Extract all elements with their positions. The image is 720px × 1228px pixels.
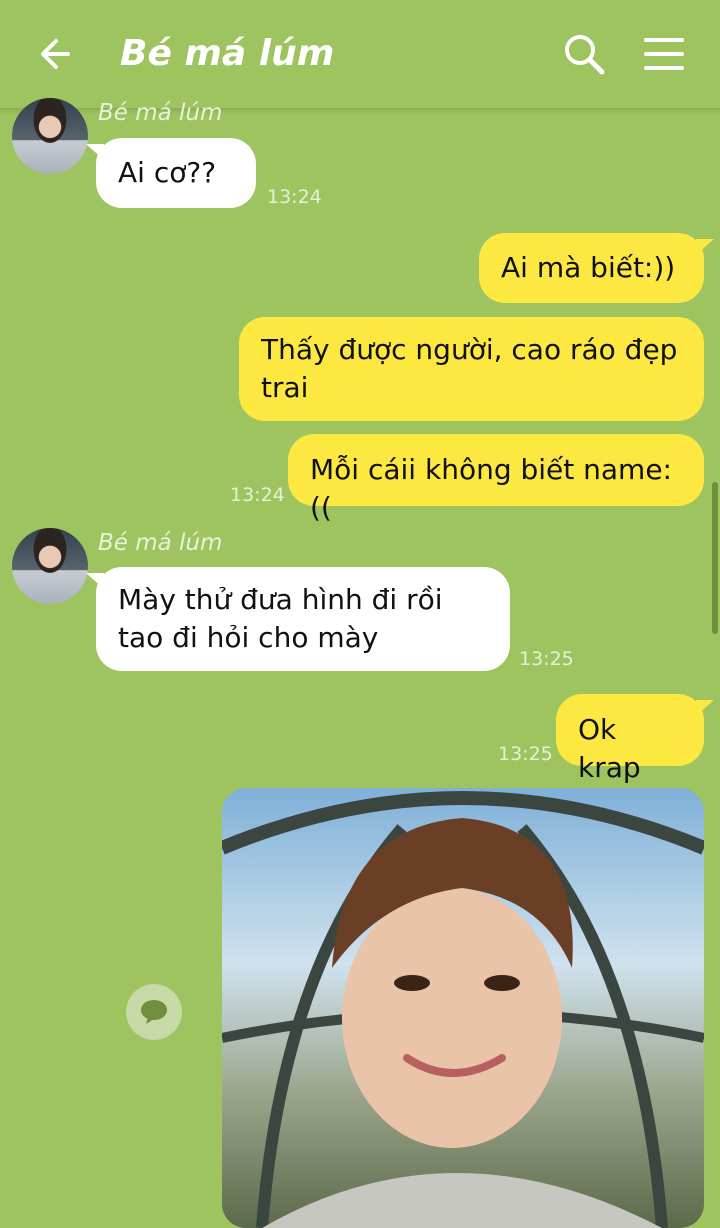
- message-text: Thấy được người, cao ráo đẹp trai: [261, 333, 678, 404]
- message-text: Ai cơ??: [118, 156, 217, 189]
- sender-name: Bé má lúm: [98, 100, 223, 126]
- message-time: 13:24: [230, 484, 285, 506]
- message-time: 13:24: [267, 186, 322, 208]
- message-bubble-incoming[interactable]: Mày thử đưa hình đi rồi tao đi hỏi cho m…: [86, 567, 510, 671]
- chat-title: Bé má lúm: [120, 33, 335, 74]
- message-bubble-outgoing[interactable]: Thấy được người, cao ráo đẹp trai: [239, 317, 704, 421]
- message-bubble-incoming[interactable]: Ai cơ??: [86, 138, 256, 208]
- scrollbar[interactable]: [712, 482, 718, 634]
- back-arrow-icon[interactable]: [34, 30, 82, 78]
- sender-name: Bé má lúm: [98, 530, 223, 556]
- message-text: Ok krap: [578, 713, 641, 784]
- search-icon[interactable]: [560, 30, 608, 78]
- message-time: 13:25: [519, 648, 574, 670]
- message-bubble-outgoing[interactable]: Ok krap: [556, 694, 714, 784]
- message-bubble-outgoing[interactable]: Ai mà biết:)): [479, 233, 714, 303]
- message-bubble-outgoing[interactable]: Mỗi cáii không biết name:((: [288, 434, 704, 524]
- message-text: Mỗi cáii không biết name:((: [310, 453, 672, 524]
- contact-avatar[interactable]: [12, 98, 88, 174]
- comment-icon[interactable]: [126, 984, 182, 1040]
- photo-message[interactable]: [222, 788, 704, 1228]
- menu-icon[interactable]: [640, 30, 688, 78]
- message-text: Mày thử đưa hình đi rồi tao đi hỏi cho m…: [118, 583, 443, 654]
- contact-avatar[interactable]: [12, 528, 88, 604]
- chat-header: Bé má lúm: [0, 0, 720, 110]
- message-text: Ai mà biết:)): [501, 251, 676, 284]
- message-time: 13:25: [498, 743, 553, 765]
